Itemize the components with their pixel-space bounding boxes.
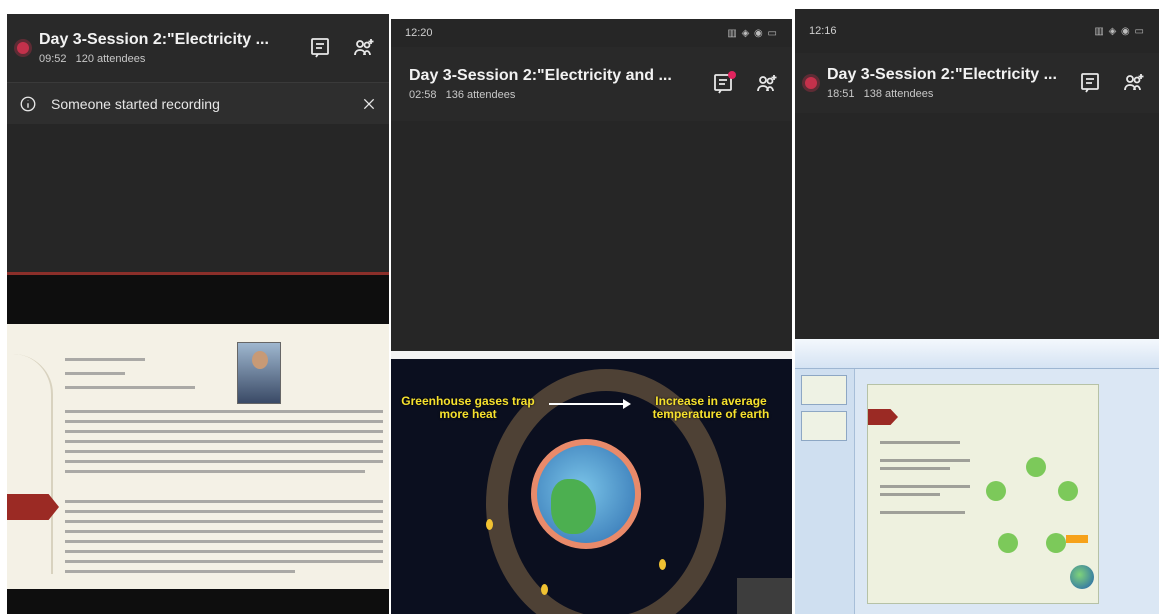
meeting-duration: 02:58 [409,89,437,101]
add-people-icon[interactable] [349,33,379,63]
slide-caption-right: Increase in average temperature of earth [652,394,770,422]
status-bar: 12:20 ▥ ◈ ◉ ▭ [391,19,792,47]
meeting-screen-2: 12:20 ▥ ◈ ◉ ▭ Day 3-Session 2:"Electrici… [391,19,792,614]
slide-bullet [880,493,940,496]
cycle-node [1046,533,1066,553]
speaker-photo [237,342,281,404]
meeting-title-block[interactable]: Day 3-Session 2:"Electricity ... 18:51 1… [827,66,1061,100]
slide-text-line [65,520,383,523]
self-view-thumbnail[interactable] [737,578,792,614]
info-icon [20,96,36,111]
recording-indicator-icon [17,42,29,54]
slide-text-line [65,358,145,361]
slide-label [1066,535,1088,543]
meeting-title: Day 3-Session 2:"Electricity ... [39,31,269,48]
video-area [795,113,1159,339]
slide-bullet [880,459,970,462]
status-time: 12:16 [809,25,837,37]
meeting-duration: 18:51 [827,88,855,100]
meeting-meta: 18:51 138 attendees [827,88,1061,100]
slide-text-line [65,540,383,543]
slide-text-line [65,560,383,563]
attendee-count: 136 attendees [445,89,516,101]
chat-icon[interactable] [305,33,335,63]
chat-icon[interactable] [1075,68,1105,98]
leaf [486,519,493,530]
slide-bullet [880,485,970,488]
video-area [7,124,389,274]
status-icons: ▥ ◈ ◉ ▭ [727,27,778,39]
slide-decoration [13,354,53,574]
meeting-title: Day 3-Session 2:"Electricity and ... [409,67,672,84]
status-icons: ▥ ◈ ◉ ▭ [1094,25,1145,37]
app-ribbon [795,339,1159,369]
slide-text-line [65,460,383,463]
slide-arrow-tab [868,409,898,425]
slide-text-line [65,410,383,413]
shared-slide-profile [7,324,389,589]
slide-arrow [549,399,631,409]
slide-text-line [65,570,295,573]
attendee-count: 138 attendees [863,88,934,100]
slide-arrow-tab [7,494,59,520]
meeting-title: Day 3-Session 2:"Electricity ... [827,66,1057,83]
cycle-node [1058,481,1078,501]
meeting-title-block[interactable]: Day 3-Session 2:"Electricity and ... 02:… [401,67,694,101]
slide-thumbnail-pane [795,369,855,614]
meeting-title-block[interactable]: Day 3-Session 2:"Electricity ... 09:52 1… [39,31,291,65]
video-area [391,121,792,351]
shared-slide-powerpoint [795,339,1159,614]
recording-banner-text: Someone started recording [51,95,220,112]
slide-bullet [880,467,950,470]
slide-text-line [65,420,383,423]
slide-text-line [65,500,383,503]
meeting-meta: 02:58 136 attendees [409,89,694,101]
cycle-node [1026,457,1046,477]
slide-text-line [65,440,383,443]
recording-banner: Someone started recording [7,82,389,124]
slide-thumbnail[interactable] [801,375,847,405]
leaf [659,559,666,570]
chat-notification-badge [728,71,736,79]
meeting-screen-1: Day 3-Session 2:"Electricity ... 09:52 1… [7,14,389,614]
recording-indicator-icon [805,77,817,89]
status-time: 12:20 [405,27,433,39]
meeting-header: Day 3-Session 2:"Electricity ... 18:51 1… [795,53,1159,113]
slide-text-line [65,530,383,533]
slide-text-line [65,550,383,553]
meeting-meta: 09:52 120 attendees [39,53,291,65]
close-icon[interactable] [361,96,377,112]
add-people-icon[interactable] [1119,68,1149,98]
divider [391,351,792,359]
slide-bullet [880,441,960,444]
shared-slide-greenhouse: Greenhouse gases trap more heat Increase… [391,359,792,614]
meeting-duration: 09:52 [39,53,67,65]
share-bottom-bar [7,589,389,614]
meeting-header: Day 3-Session 2:"Electricity ... 09:52 1… [7,14,389,82]
status-bar: 12:16 ▥ ◈ ◉ ▭ [795,9,1159,53]
chat-icon[interactable] [708,69,738,99]
slide-text-line [65,386,195,389]
leaf [541,584,548,595]
globe-icon [1070,565,1094,589]
meeting-screen-3: 12:16 ▥ ◈ ◉ ▭ Day 3-Session 2:"Electrici… [795,9,1159,614]
slide-canvas [867,384,1099,604]
slide-text-line [65,450,383,453]
cycle-node [998,533,1018,553]
slide-text-line [65,470,365,473]
slide-bullet [880,511,965,514]
slide-text-line [65,510,383,513]
attendee-count: 120 attendees [75,53,146,65]
cycle-node [986,481,1006,501]
slide-text-line [65,430,383,433]
slide-thumbnail[interactable] [801,411,847,441]
slide-caption-left: Greenhouse gases trap more heat [401,394,535,422]
share-top-bar [7,275,389,324]
meeting-header: Day 3-Session 2:"Electricity and ... 02:… [391,47,792,121]
add-people-icon[interactable] [752,69,782,99]
slide-text-line [65,372,125,375]
